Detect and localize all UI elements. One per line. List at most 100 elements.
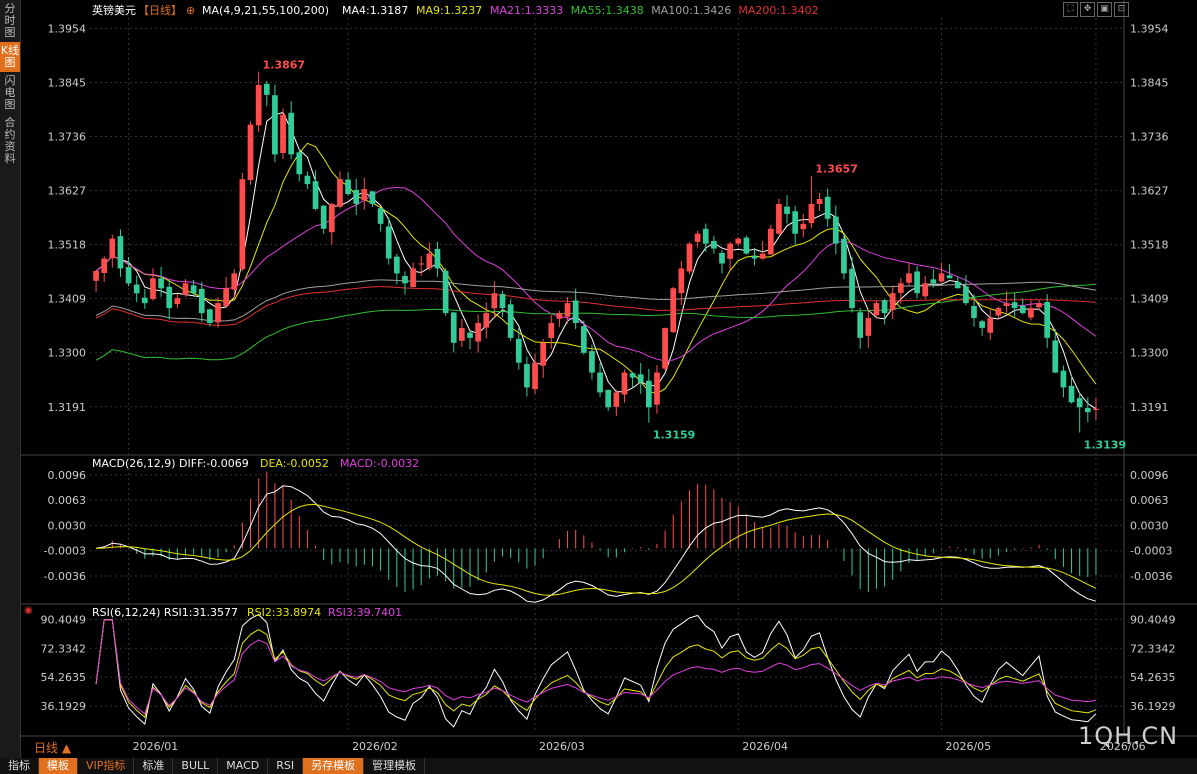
candle-body xyxy=(158,278,164,289)
candle-body xyxy=(312,181,319,209)
candle-body xyxy=(353,189,360,204)
fit-icon[interactable]: ▣ xyxy=(1097,2,1112,17)
bottom-toolbar: 指标 模板 VIP指标 标准 BULL MACD RSI 另存模板 管理模板 xyxy=(0,758,1197,774)
candle-body xyxy=(678,268,685,294)
rsi-tick-left: 54.2635 xyxy=(41,671,87,684)
candle-body xyxy=(1093,408,1099,410)
candle-body xyxy=(426,253,433,269)
candle-body xyxy=(589,351,595,373)
candle-body xyxy=(735,238,742,244)
macd-tick-left: -0.0003 xyxy=(44,545,86,558)
bottom-tab-4[interactable]: BULL xyxy=(173,758,219,774)
candle-body xyxy=(767,228,774,255)
rsi2-line xyxy=(95,619,1097,719)
rsi3-value: RSI3:39.7401 xyxy=(328,606,402,619)
candle-body xyxy=(979,321,985,328)
candle-body xyxy=(434,248,441,269)
ma-value: MA4:1.3187 xyxy=(342,4,408,17)
date-tick: 2026/05 xyxy=(945,740,991,753)
extreme-label: 1.3139 xyxy=(1084,439,1126,452)
macd-tick-right: -0.0036 xyxy=(1130,570,1172,583)
bottom-tab-5[interactable]: MACD xyxy=(218,758,269,774)
macd-label: MACD(26,12,9) DIFF:-0.0069 xyxy=(92,457,249,470)
candle-body xyxy=(450,312,457,343)
macd-tick-right: 0.0030 xyxy=(1130,519,1169,532)
candle-body xyxy=(719,252,725,264)
ma-value: MA100:1.3426 xyxy=(651,4,731,17)
candle-body xyxy=(800,223,807,230)
price-tick-left: 1.3954 xyxy=(48,22,87,35)
bottom-tab-7[interactable]: 另存模板 xyxy=(303,758,365,774)
candle-body xyxy=(613,392,620,407)
candle-body xyxy=(166,286,173,309)
pane-marker-icon[interactable]: ◉ xyxy=(24,605,33,616)
candle-body xyxy=(182,283,189,295)
candle-body xyxy=(190,285,197,294)
candle-body xyxy=(1068,385,1075,403)
candle-body xyxy=(418,263,425,265)
price-tick-left: 1.3191 xyxy=(48,401,87,414)
candle-body xyxy=(1036,303,1042,308)
chart-toolbar: ⛶ ✥ ▣ ⊡ xyxy=(1063,2,1129,17)
candle-body xyxy=(597,372,603,393)
period-switch[interactable]: 日线 ▲ xyxy=(34,741,72,755)
candle-body xyxy=(564,303,571,317)
zoom-icon[interactable]: ⊡ xyxy=(1114,2,1129,17)
rsi-label: RSI(6,12,24) RSI1:31.3577 xyxy=(92,606,238,619)
candle-body xyxy=(524,364,530,388)
price-tick-left: 1.3409 xyxy=(48,293,87,306)
candle-body xyxy=(1028,308,1034,318)
move-icon[interactable]: ✥ xyxy=(1080,2,1095,17)
candle-body xyxy=(328,203,335,233)
date-tick: 2026/04 xyxy=(742,740,788,753)
candle-body xyxy=(971,306,977,319)
candle-body xyxy=(832,216,839,244)
candle-body xyxy=(824,196,831,219)
fullscreen-icon[interactable]: ⛶ xyxy=(1063,2,1078,17)
candle-body xyxy=(304,175,311,185)
ma-value: MA55:1.3438 xyxy=(571,4,644,17)
macd-tick-left: 0.0096 xyxy=(48,469,87,482)
chart-canvas[interactable]: 1.3954 1.3954 1.3845 1.3845 1.3736 1.3736 1.36… xyxy=(0,0,1197,758)
candle-body xyxy=(792,211,799,234)
candle-body xyxy=(467,332,473,338)
candle-body xyxy=(101,258,108,274)
dea-line xyxy=(96,503,1097,596)
candle-body xyxy=(784,206,790,214)
candle-body xyxy=(410,268,416,288)
candle-body xyxy=(759,253,766,259)
candle-body xyxy=(1060,370,1067,388)
bottom-tab-1[interactable]: 模板 xyxy=(39,758,78,774)
bottom-tab-6[interactable]: RSI xyxy=(268,758,304,774)
candle-body xyxy=(507,304,514,338)
candle-body xyxy=(499,294,506,309)
date-tick: 2026/01 xyxy=(133,740,179,753)
candle-body xyxy=(873,303,880,316)
candle-body xyxy=(1044,301,1051,338)
macd-value: MACD:-0.0032 xyxy=(340,457,419,470)
candle-body xyxy=(532,362,538,390)
candle-body xyxy=(686,243,693,272)
bottom-tab-2[interactable]: VIP指标 xyxy=(78,758,135,774)
add-indicator-icon[interactable]: ⊕ xyxy=(186,4,195,17)
candle-body xyxy=(215,303,221,323)
candle-body xyxy=(125,267,132,284)
candle-body xyxy=(727,243,733,259)
candle-body xyxy=(198,288,205,314)
candle-body xyxy=(141,297,148,304)
bottom-tab-8[interactable]: 管理模板 xyxy=(364,758,426,774)
ma21-line xyxy=(95,186,1097,362)
candle-body xyxy=(1011,302,1018,309)
rsi-tick-right: 90.4049 xyxy=(1130,613,1176,626)
candle-body xyxy=(93,270,99,281)
macd-tick-right: 0.0096 xyxy=(1130,469,1169,482)
bottom-tab-3[interactable]: 标准 xyxy=(134,758,174,774)
candle-body xyxy=(930,279,937,284)
candle-body xyxy=(174,298,181,305)
candle-body xyxy=(1076,398,1083,408)
price-tick-left: 1.3300 xyxy=(48,347,87,360)
candle-body xyxy=(1084,408,1091,413)
candle-body xyxy=(938,273,945,282)
bottom-tab-0[interactable]: 指标 xyxy=(0,758,39,774)
candle-body xyxy=(629,373,636,378)
